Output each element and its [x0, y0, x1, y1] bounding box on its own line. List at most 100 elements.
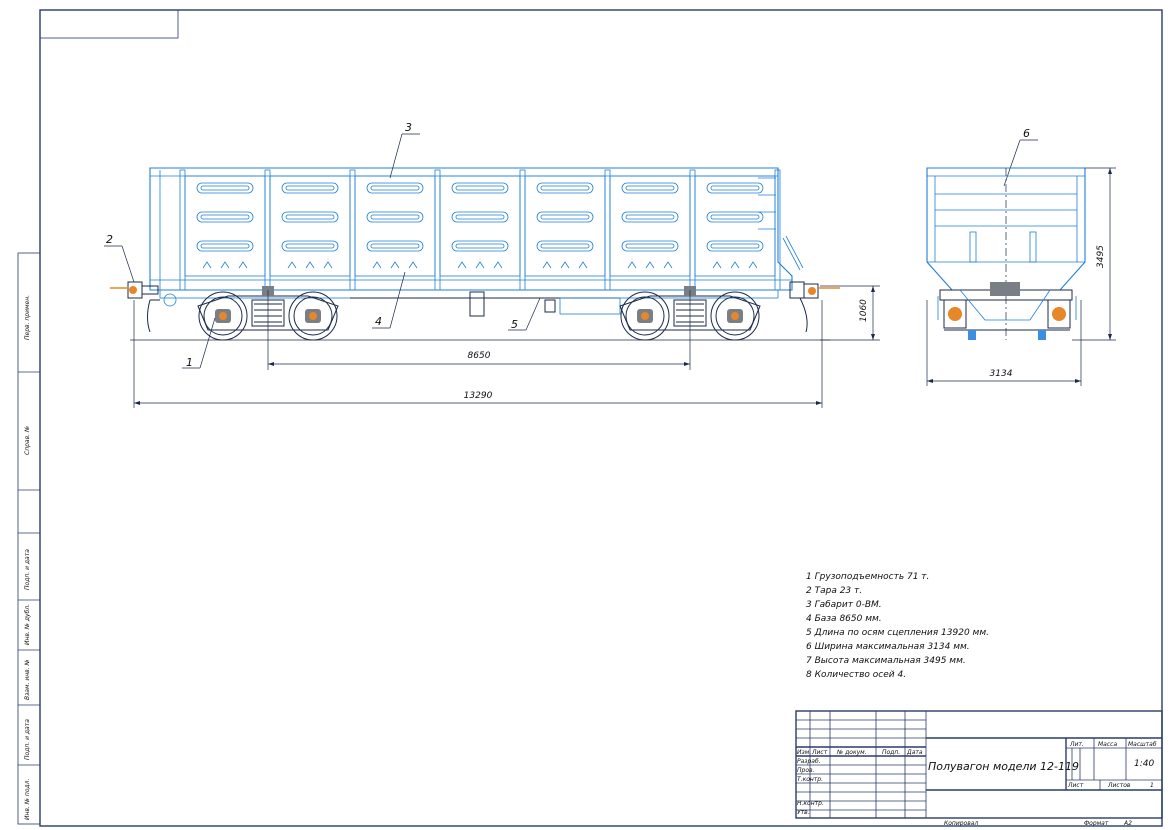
panel-oval-inner	[370, 243, 420, 249]
end-view	[926, 167, 1086, 340]
panel-oval-inner	[540, 185, 590, 191]
dimension-height-small: 1060	[859, 299, 869, 322]
panel-oval-inner	[370, 185, 420, 191]
axle-hub	[641, 312, 649, 320]
panel-oval-inner	[455, 185, 505, 191]
side-stamp-label: Взам. инв. №	[24, 659, 31, 700]
panel-oval	[366, 211, 424, 223]
panel-oval-inner	[625, 214, 675, 220]
side-stamp-label: Подп. и дата	[24, 719, 31, 760]
row-prov: Пров.	[797, 767, 815, 774]
list-label: Лист	[1067, 782, 1084, 789]
panel-oval	[196, 240, 254, 252]
callout-3: 3	[405, 121, 412, 134]
panel-oval	[706, 211, 764, 223]
spec-line: 5 Длина по осям сцепления 13920 мм.	[806, 628, 989, 638]
side-panel	[694, 175, 776, 277]
sheet-frame	[39, 9, 1163, 827]
panel-oval-inner	[455, 243, 505, 249]
massa-label: Масса	[1098, 741, 1117, 748]
axle-hub	[219, 312, 227, 320]
panel-oval	[281, 240, 339, 252]
panel-oval	[536, 211, 594, 223]
panel-oval	[621, 240, 679, 252]
panel-oval	[196, 182, 254, 194]
side-panel	[609, 175, 691, 277]
panel-latch	[202, 261, 248, 269]
side-post	[264, 169, 271, 291]
panel-oval	[706, 182, 764, 194]
spec-line: 2 Тара 23 т.	[806, 586, 862, 596]
row-utv: Утв.	[797, 809, 810, 816]
side-stamp-label: Справ. №	[24, 426, 31, 455]
side-post	[349, 169, 356, 291]
format-value: A2	[1123, 820, 1132, 827]
side-view	[110, 167, 840, 370]
axle-hub	[309, 312, 317, 320]
coupler-right	[789, 281, 840, 333]
side-stamp: Перв. примен. Справ. № Подп. и дата Инв.…	[17, 252, 41, 825]
panel-oval	[451, 240, 509, 252]
side-stamp-label: Перв. примен.	[24, 295, 31, 340]
side-panel	[439, 175, 521, 277]
callout-1: 1	[186, 356, 193, 369]
kopiroval-label: Копировал	[944, 820, 978, 827]
col-doc: № докум.	[836, 749, 867, 756]
panel-latch	[627, 261, 673, 269]
panel-oval	[281, 211, 339, 223]
side-post	[689, 169, 696, 291]
row-razrab: Разраб.	[797, 758, 821, 765]
side-post	[434, 169, 441, 291]
callout-4: 4	[375, 315, 382, 328]
spec-line: 8 Количество осей 4.	[806, 670, 906, 680]
panel-oval	[281, 182, 339, 194]
panel-oval	[536, 182, 594, 194]
axle-hub	[731, 312, 739, 320]
dimension-lines: 8650 13290 1060	[133, 285, 880, 408]
panel-oval-inner	[710, 214, 760, 220]
panel-oval-inner	[540, 243, 590, 249]
panel-oval	[366, 182, 424, 194]
side-panel	[184, 175, 266, 277]
listov-label: Листов	[1107, 782, 1131, 789]
col-izm: Изм.	[797, 749, 811, 756]
scale-value: 1:40	[1134, 759, 1154, 769]
panel-oval-inner	[370, 214, 420, 220]
panel-oval	[706, 240, 764, 252]
panel-oval-inner	[285, 185, 335, 191]
callouts: 3 2 1 4 5 6	[104, 121, 1038, 369]
panel-latch	[542, 261, 588, 269]
row-tkontr: Т.контр.	[797, 776, 823, 783]
drawing-title: Полувагон модели 12-119	[928, 760, 1079, 773]
side-stamp-label: Подп. и дата	[24, 549, 31, 590]
side-stamp-label: Инв. № подл.	[24, 779, 31, 820]
lit-label: Лит.	[1069, 741, 1084, 748]
spec-line: 3 Габарит 0-ВМ.	[806, 600, 882, 610]
spec-line: 6 Ширина максимальная 3134 мм.	[806, 642, 970, 652]
callout-5: 5	[511, 318, 518, 331]
panel-oval-inner	[200, 185, 250, 191]
panel-oval	[451, 182, 509, 194]
panel-oval	[196, 211, 254, 223]
panel-oval-inner	[455, 214, 505, 220]
panel-oval-inner	[200, 214, 250, 220]
side-post	[179, 169, 186, 291]
callout-2: 2	[106, 233, 113, 246]
listov-value: 1	[1150, 782, 1154, 789]
panel-oval-inner	[285, 243, 335, 249]
dimension-length: 13290	[464, 391, 493, 401]
format-label: Формат	[1084, 820, 1109, 827]
side-stamp-label: Инв. № дубл.	[24, 604, 31, 645]
title-block: Изм. Лист № докум. Подп. Дата Разраб. Пр…	[795, 710, 1163, 827]
col-sign: Подп.	[882, 749, 900, 756]
row-nkontr: Н.контр.	[797, 800, 824, 807]
side-post	[604, 169, 611, 291]
panel-oval-inner	[200, 243, 250, 249]
panel-oval-inner	[625, 243, 675, 249]
col-date: Дата	[906, 749, 923, 756]
specifications: 1 Грузоподъемность 71 т. 2 Тара 23 т. 3 …	[806, 572, 989, 680]
side-panel	[354, 175, 436, 277]
panel-oval-inner	[710, 185, 760, 191]
spec-line: 7 Высота максимальная 3495 мм.	[806, 656, 966, 666]
col-list: Лист	[811, 749, 828, 756]
